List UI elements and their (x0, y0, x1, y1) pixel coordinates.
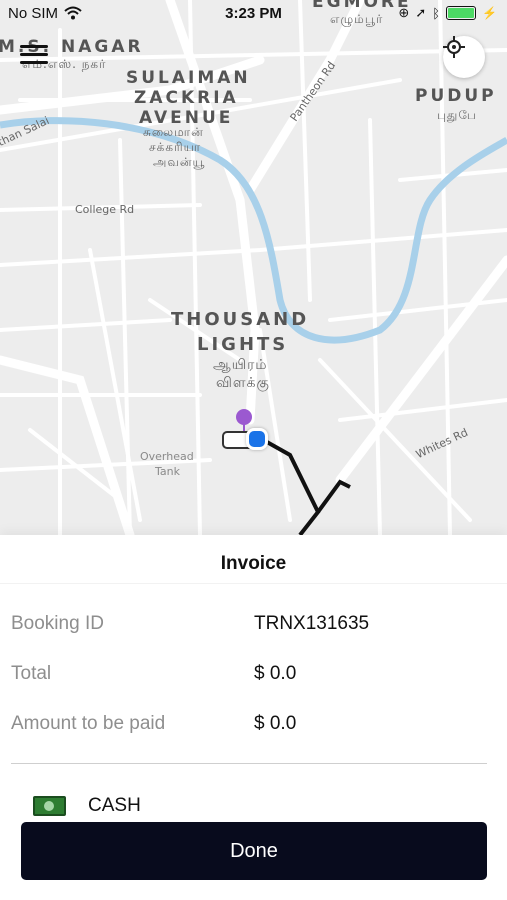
amount-due-value: $ 0.0 (254, 713, 297, 734)
destination-pin-icon (236, 409, 252, 425)
total-value: $ 0.0 (254, 663, 297, 684)
map-label-overhead-tank-2: Tank (155, 465, 180, 478)
map-label-sulaiman-2: ZACKRIA (134, 88, 239, 108)
charging-icon: ⚡ (482, 6, 497, 20)
total-row: Total $ 0.0 (11, 663, 487, 689)
payment-method-label: CASH (88, 795, 141, 816)
invoice-sheet: Invoice Booking ID TRNX131635 Total $ 0.… (0, 535, 507, 900)
map-label-college-rd: College Rd (75, 203, 135, 216)
done-button[interactable]: Done (21, 822, 487, 880)
bluetooth-icon: ᛒ (432, 5, 441, 21)
map-label-sulaiman-1: SULAIMAN (126, 68, 251, 88)
map-label-sulaiman-ta-2: சக்கரியா (149, 140, 202, 154)
location-arrow-icon: ➚ (415, 5, 427, 20)
payment-method: CASH (33, 795, 141, 817)
invoice-title: Invoice (220, 553, 287, 574)
map-label-thousand-lights-2: LIGHTS (197, 334, 289, 355)
map-label-sulaiman-ta-1: சுலைமான் (143, 125, 204, 139)
invoice-divider (11, 763, 487, 764)
map-label-thousand-lights-ta-1: ஆயிரம் (213, 357, 268, 373)
user-location-icon (246, 428, 268, 450)
map-label-sulaiman-ta-3: அவன்யூ (153, 155, 206, 169)
amount-due-label: Amount to be paid (11, 713, 166, 734)
map-view[interactable]: M.S. NAGAR எம்.எஸ். நகர் SULAIMAN ZACKRI… (0, 0, 507, 535)
map-label-pudup: PUDUP (415, 86, 497, 106)
status-bar: No SIM 3:23 PM ⊕ ➚ ᛒ ⚡ (0, 0, 507, 28)
battery-icon (446, 6, 477, 20)
booking-id-value: TRNX131635 (254, 613, 370, 634)
cash-icon (33, 796, 66, 816)
map-label-pudup-ta: புதுபே (437, 108, 477, 122)
hamburger-icon (20, 45, 48, 48)
crosshair-icon (443, 36, 465, 58)
menu-button[interactable] (20, 40, 52, 70)
total-label: Total (11, 663, 52, 684)
map-label-thousand-lights-ta-2: விளக்கு (216, 375, 270, 391)
booking-id-label: Booking ID (11, 613, 104, 634)
recenter-button[interactable] (443, 36, 485, 78)
status-icons: ⊕ ➚ ᛒ ⚡ (398, 5, 497, 21)
amount-due-row: Amount to be paid $ 0.0 (11, 713, 487, 739)
title-divider (0, 583, 507, 584)
map-label-thousand-lights-1: THOUSAND (171, 309, 310, 330)
map-label-overhead-tank-1: Overhead (140, 450, 194, 463)
booking-id-row: Booking ID TRNX131635 (11, 613, 487, 639)
lock-rotation-icon: ⊕ (398, 5, 410, 20)
